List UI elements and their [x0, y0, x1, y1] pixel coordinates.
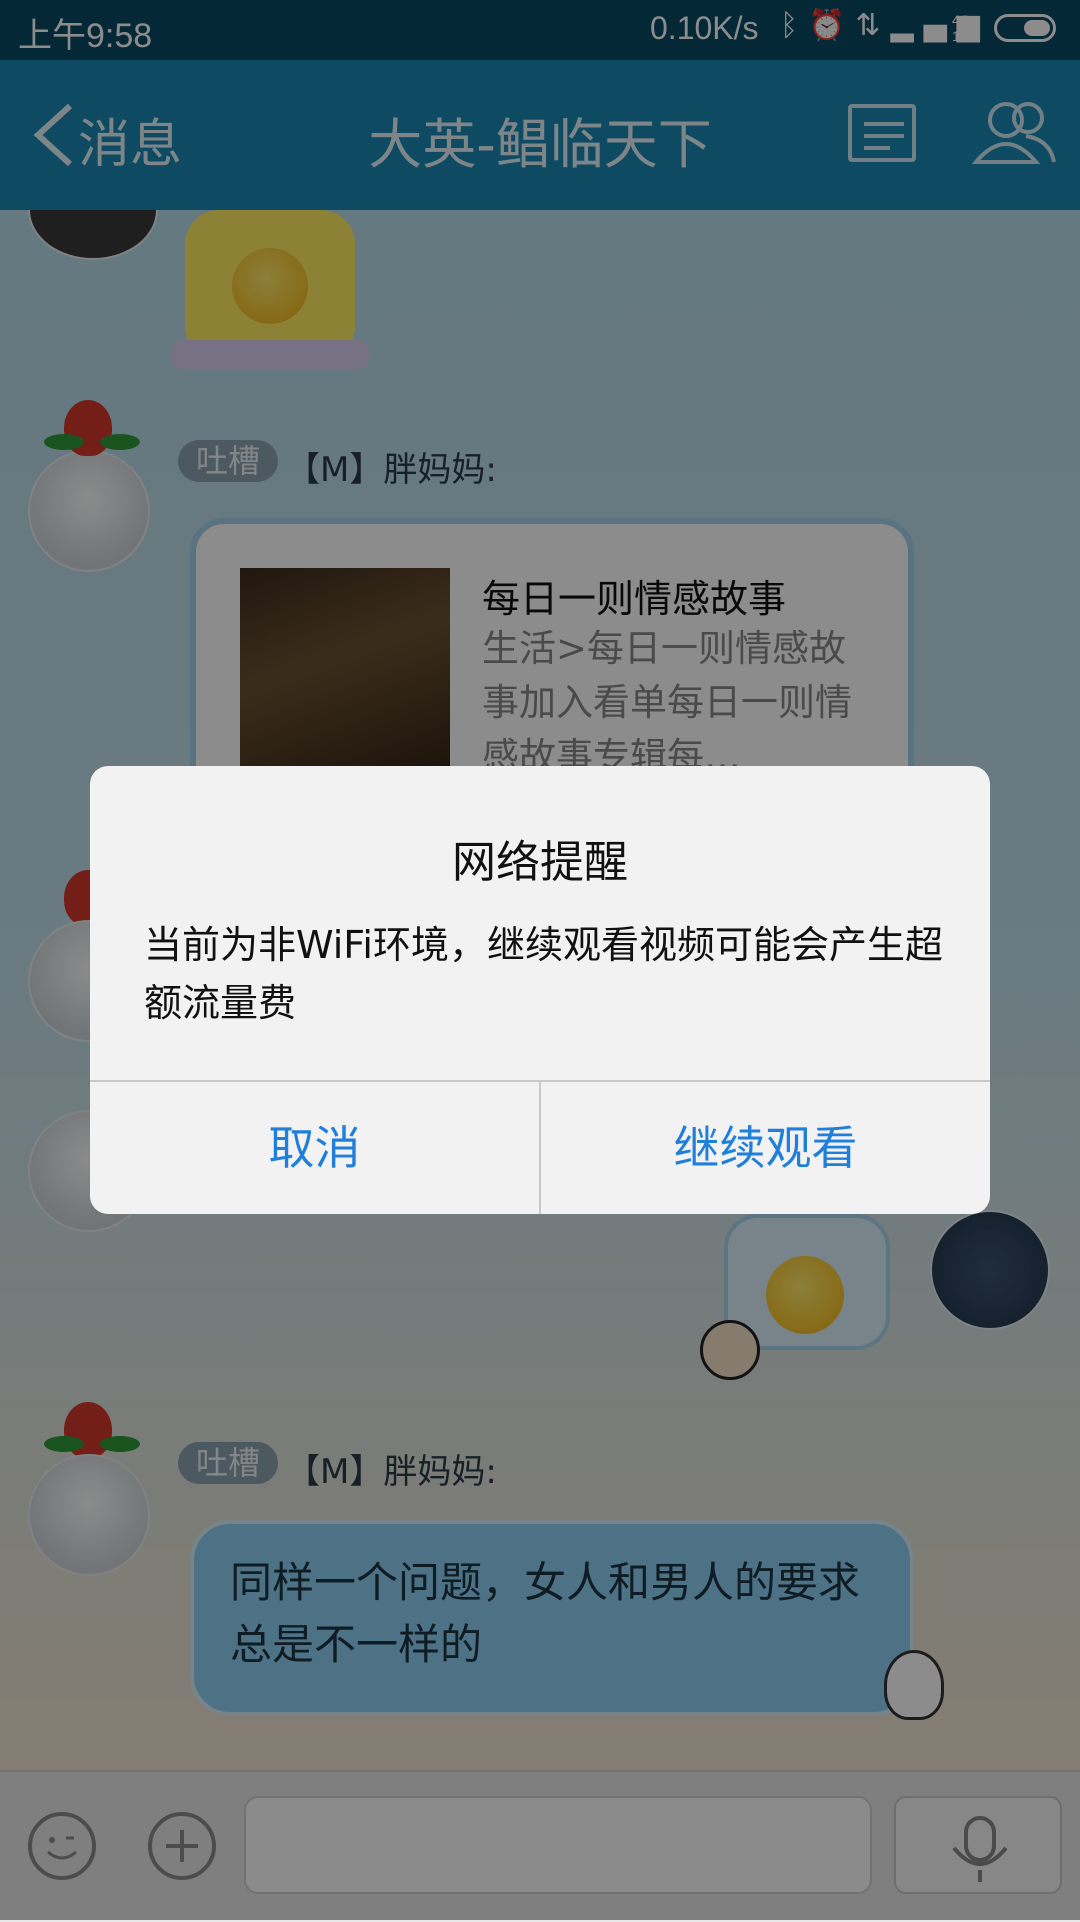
network-alert-dialog: 网络提醒 当前为非WiFi环境，继续观看视频可能会产生超额流量费 取消 继续观看: [90, 766, 990, 1214]
dialog-message: 当前为非WiFi环境，继续观看视频可能会产生超额流量费: [144, 923, 943, 1025]
cancel-button[interactable]: 取消: [90, 1082, 539, 1214]
dialog-title: 网络提醒: [452, 837, 628, 888]
continue-watching-button[interactable]: 继续观看: [541, 1082, 990, 1214]
